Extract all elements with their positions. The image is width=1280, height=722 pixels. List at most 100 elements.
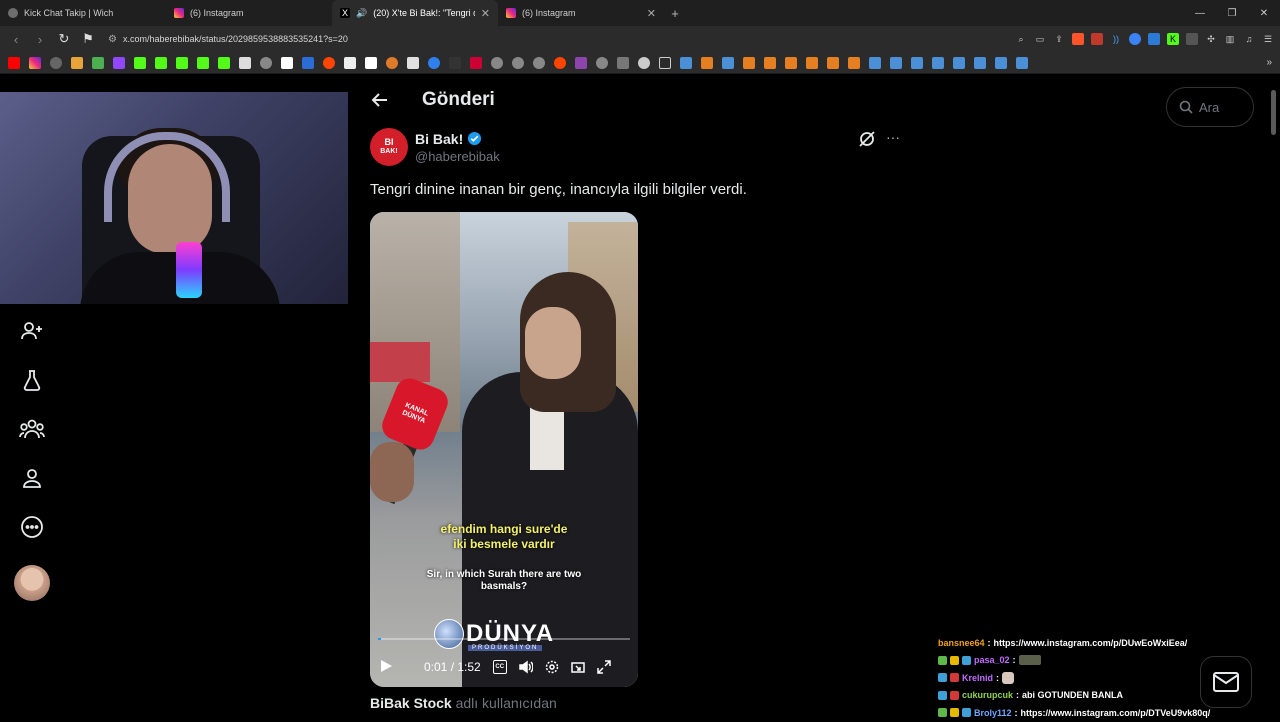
more-icon[interactable] bbox=[13, 508, 51, 546]
steam-bookmark-icon[interactable] bbox=[680, 56, 692, 69]
search-input[interactable]: Ara bbox=[1166, 87, 1254, 127]
bookmark-icon[interactable] bbox=[386, 56, 398, 69]
reload-icon[interactable]: ↻ bbox=[54, 29, 74, 49]
youtube-bookmark-icon[interactable] bbox=[8, 56, 20, 69]
sidebar-toggle-icon[interactable]: ▥ bbox=[1224, 33, 1236, 45]
bookmark-icon[interactable] bbox=[533, 56, 545, 69]
close-window-icon[interactable]: ✕ bbox=[1248, 0, 1280, 26]
extension-icon[interactable]: )) bbox=[1110, 33, 1122, 45]
picture-in-picture-icon[interactable] bbox=[570, 660, 585, 674]
steam-bookmark-icon[interactable] bbox=[932, 56, 944, 69]
grok-lab-icon[interactable] bbox=[13, 361, 51, 399]
extension-icon[interactable] bbox=[1186, 33, 1198, 45]
site-settings-icon[interactable]: ⚙ bbox=[108, 34, 117, 45]
kick-bookmark-icon[interactable] bbox=[176, 56, 188, 69]
bookmark-icon[interactable] bbox=[50, 56, 62, 69]
more-options-icon[interactable]: ··· bbox=[882, 128, 904, 150]
reddit-bookmark-icon[interactable] bbox=[323, 56, 335, 69]
follow-icon[interactable] bbox=[13, 312, 51, 350]
bookmark-icon[interactable] bbox=[218, 56, 230, 69]
tab-3[interactable]: (6) Instagram ✕ bbox=[498, 0, 664, 26]
extension-icon[interactable] bbox=[1091, 33, 1103, 45]
bookmark-icon[interactable] bbox=[806, 56, 818, 69]
steam-bookmark-icon[interactable] bbox=[911, 56, 923, 69]
twitch-bookmark-icon[interactable] bbox=[113, 56, 125, 69]
bookmark-icon[interactable] bbox=[449, 56, 461, 69]
attribution-user[interactable]: BiBak Stock bbox=[370, 695, 452, 711]
brave-shield-icon[interactable] bbox=[1072, 33, 1084, 45]
extension-icon[interactable]: K bbox=[1167, 33, 1179, 45]
bookmark-icon[interactable] bbox=[764, 56, 776, 69]
tab-2[interactable]: X 🔊 (20) X'te Bi Bak!: "Tengri dinin ✕ bbox=[332, 0, 498, 26]
steam-bookmark-icon[interactable] bbox=[995, 56, 1007, 69]
volume-icon[interactable] bbox=[518, 660, 533, 674]
steam-bookmark-icon[interactable] bbox=[869, 56, 881, 69]
grok-icon[interactable] bbox=[856, 128, 878, 150]
captions-icon[interactable]: CC bbox=[492, 660, 507, 674]
bookmark-icon[interactable] bbox=[197, 56, 209, 69]
account-avatar[interactable] bbox=[14, 565, 50, 601]
video-player[interactable]: KANAL DÜNYA efendim hangi sure'de iki bes… bbox=[370, 212, 638, 687]
media-icon[interactable]: ♫ bbox=[1243, 33, 1255, 45]
bookmark-icon[interactable] bbox=[344, 56, 356, 69]
bookmark-icon[interactable] bbox=[638, 56, 650, 69]
minimize-icon[interactable]: — bbox=[1184, 0, 1216, 26]
bookmark-icon[interactable] bbox=[260, 56, 272, 69]
share-icon[interactable]: ⇪ bbox=[1053, 33, 1065, 45]
bookmark-icon[interactable] bbox=[71, 56, 83, 69]
bookmark-icon[interactable] bbox=[407, 56, 419, 69]
anchor-bookmark-icon[interactable] bbox=[239, 56, 251, 69]
video-progress-bar[interactable] bbox=[378, 638, 630, 640]
bookmark-icon[interactable] bbox=[92, 56, 104, 69]
bookmark-icon[interactable] bbox=[302, 56, 314, 69]
tab-0[interactable]: Kick Chat Takip | Wich bbox=[0, 0, 166, 26]
bookmarks-overflow-icon[interactable]: » bbox=[1266, 57, 1272, 68]
reddit-bookmark-icon[interactable] bbox=[554, 56, 566, 69]
forward-nav-icon[interactable]: › bbox=[30, 29, 50, 49]
steam-bookmark-icon[interactable] bbox=[974, 56, 986, 69]
bookmark-icon[interactable] bbox=[617, 56, 629, 69]
steam-bookmark-icon[interactable] bbox=[1016, 56, 1028, 69]
back-nav-icon[interactable]: ‹ bbox=[6, 29, 26, 49]
play-icon[interactable] bbox=[380, 659, 396, 676]
extension-icon[interactable] bbox=[1148, 33, 1160, 45]
steam-bookmark-icon[interactable] bbox=[722, 56, 734, 69]
messages-button[interactable] bbox=[1200, 656, 1252, 708]
back-arrow-icon[interactable] bbox=[362, 82, 398, 118]
new-tab-button[interactable]: + bbox=[664, 0, 686, 26]
bookmark-icon[interactable] bbox=[470, 56, 482, 69]
post-author[interactable]: BI BAK! Bi Bak! @haberebibak bbox=[370, 128, 500, 166]
bookmark-icon[interactable] bbox=[743, 56, 755, 69]
bookmark-icon[interactable] bbox=[701, 56, 713, 69]
cast-icon[interactable]: ▭ bbox=[1034, 33, 1046, 45]
x-bookmark-icon[interactable] bbox=[281, 56, 293, 69]
close-tab-icon[interactable]: ✕ bbox=[647, 7, 656, 20]
kick-bookmark-icon[interactable] bbox=[155, 56, 167, 69]
close-tab-icon[interactable]: ✕ bbox=[481, 7, 490, 20]
menu-icon[interactable]: ☰ bbox=[1262, 33, 1274, 45]
steam-bookmark-icon[interactable] bbox=[890, 56, 902, 69]
bookmark-icon[interactable] bbox=[428, 56, 440, 69]
bookmark-icon[interactable] bbox=[827, 56, 839, 69]
bookmark-icon[interactable] bbox=[491, 56, 503, 69]
author-name-row[interactable]: Bi Bak! bbox=[415, 131, 500, 147]
restore-icon[interactable]: ❐ bbox=[1216, 0, 1248, 26]
bookmark-icon[interactable] bbox=[785, 56, 797, 69]
tab-1[interactable]: (6) Instagram bbox=[166, 0, 332, 26]
scrollbar-thumb[interactable] bbox=[1271, 90, 1276, 135]
bookmark-icon[interactable] bbox=[596, 56, 608, 69]
instagram-bookmark-icon[interactable] bbox=[29, 56, 41, 69]
profile-icon[interactable] bbox=[13, 459, 51, 497]
settings-icon[interactable] bbox=[545, 660, 559, 674]
steam-bookmark-icon[interactable] bbox=[953, 56, 965, 69]
url-field[interactable]: ⚙ x.com/haberebibak/status/2029859538883… bbox=[108, 34, 958, 45]
zoom-icon[interactable]: ⌕ bbox=[1015, 33, 1027, 45]
bookmark-icon[interactable] bbox=[512, 56, 524, 69]
bookmark-icon[interactable]: ⚑ bbox=[78, 29, 98, 49]
folder-icon[interactable] bbox=[659, 56, 671, 69]
extension-icon[interactable] bbox=[1129, 33, 1141, 45]
author-avatar[interactable]: BI BAK! bbox=[370, 128, 408, 166]
bookmark-icon[interactable] bbox=[848, 56, 860, 69]
audio-icon[interactable]: 🔊 bbox=[356, 8, 367, 19]
kick-bookmark-icon[interactable] bbox=[134, 56, 146, 69]
